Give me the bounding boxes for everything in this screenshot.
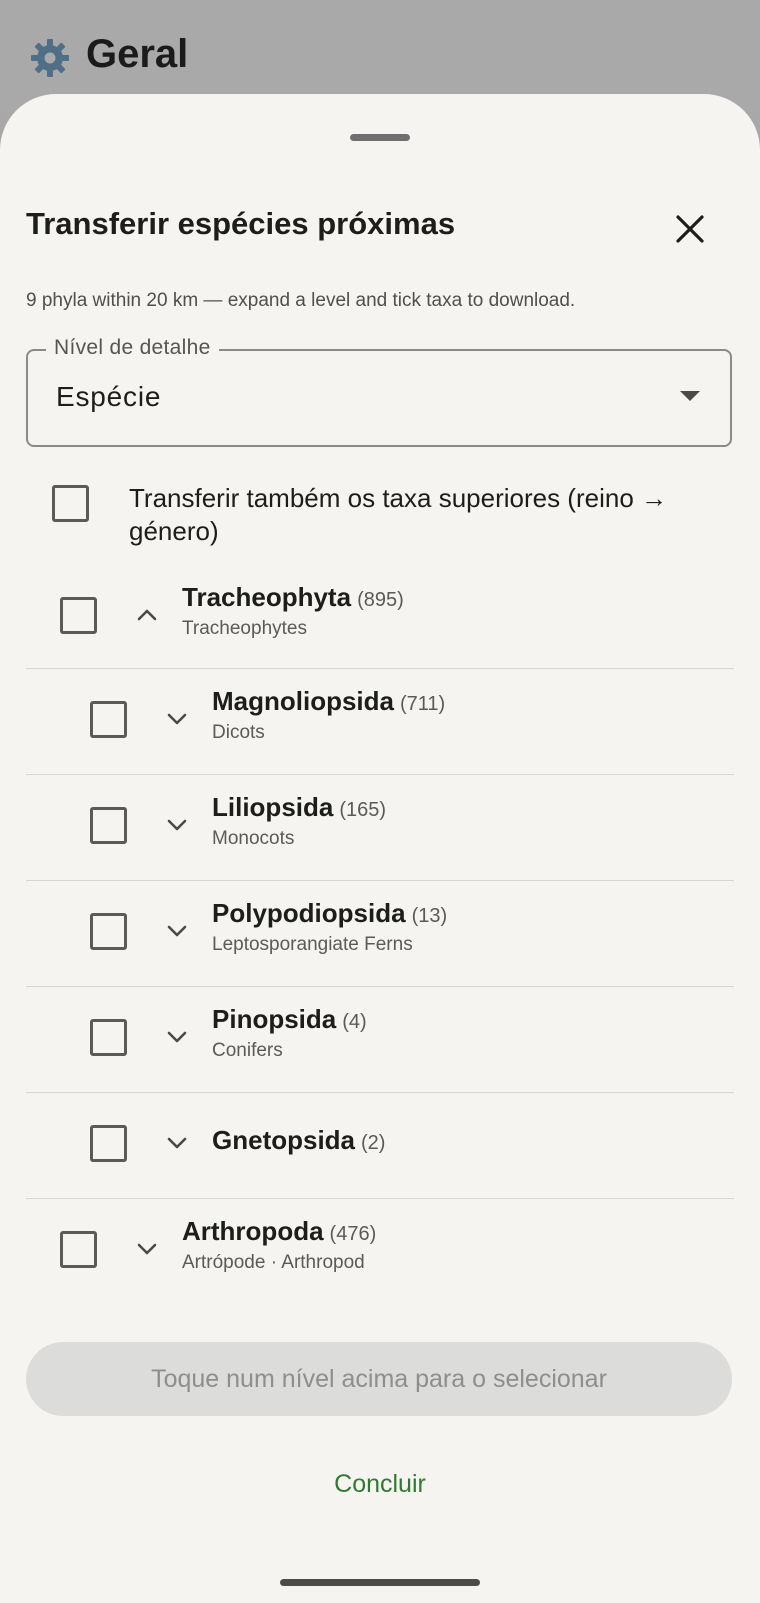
chevron-down-icon[interactable] [164, 706, 190, 732]
taxon-name: Tracheophyta (895) [182, 582, 404, 612]
taxon-row[interactable]: Arthropoda (476) Artrópode · Arthropod [26, 1198, 734, 1304]
close-icon[interactable] [668, 207, 712, 251]
taxon-name: Polypodiopsida (13) [212, 898, 448, 928]
taxon-common-name: Conifers [212, 1040, 283, 1061]
chevron-down-icon[interactable] [134, 1236, 160, 1262]
taxon-checkbox[interactable] [90, 701, 127, 738]
taxon-row[interactable]: Tracheophyta (895) Tracheophytes [26, 562, 734, 669]
app-title: Geral [86, 32, 189, 76]
sheet-title: Transferir espécies próximas [26, 206, 456, 241]
taxon-checkbox[interactable] [90, 913, 127, 950]
taxon-count: (711) [400, 693, 446, 715]
include-higher-checkbox[interactable] [52, 485, 89, 522]
taxon-common-name: Dicots [212, 722, 265, 743]
taxon-name: Liliopsida (165) [212, 792, 387, 822]
taxon-common-name: Monocots [212, 828, 295, 849]
gear-icon [31, 39, 69, 77]
taxon-checkbox[interactable] [90, 807, 127, 844]
taxon-count: (4) [342, 1011, 367, 1033]
home-indicator[interactable] [280, 1579, 480, 1586]
taxon-count: (13) [411, 905, 448, 927]
taxon-name: Magnoliopsida (711) [212, 686, 446, 716]
taxon-row[interactable]: Magnoliopsida (711) Dicots [26, 668, 734, 775]
chevron-down-icon[interactable] [164, 918, 190, 944]
taxon-checkbox[interactable] [60, 597, 97, 634]
detail-level-label: Nível de detalhe [46, 336, 219, 360]
chevron-up-icon[interactable] [134, 602, 160, 628]
taxon-count: (476) [329, 1223, 377, 1245]
taxon-common-name: Artrópode · Arthropod [182, 1252, 365, 1273]
taxon-row[interactable]: Gnetopsida (2) [26, 1092, 734, 1199]
taxon-name: Arthropoda (476) [182, 1216, 377, 1246]
taxon-count: (165) [339, 799, 387, 821]
sheet-subtitle: 9 phyla within 20 km — expand a level an… [26, 290, 576, 311]
chevron-down-icon[interactable] [164, 812, 190, 838]
taxon-count: (2) [361, 1132, 386, 1154]
download-selected-button[interactable]: Toque num nível acima para o selecionar [26, 1342, 732, 1416]
taxon-checkbox[interactable] [90, 1019, 127, 1056]
taxon-row[interactable]: Pinopsida (4) Conifers [26, 986, 734, 1093]
chevron-down-icon[interactable] [164, 1130, 190, 1156]
taxon-common-name: Tracheophytes [182, 618, 307, 639]
done-button[interactable]: Concluir [0, 1470, 760, 1499]
chevron-down-icon[interactable] [164, 1024, 190, 1050]
taxon-checkbox[interactable] [60, 1231, 97, 1268]
detail-level-value: Espécie [56, 381, 162, 412]
taxon-row[interactable]: Liliopsida (165) Monocots [26, 774, 734, 881]
detail-level-select[interactable]: Nível de detalhe Espécie [26, 336, 732, 447]
taxon-count: (895) [357, 589, 404, 611]
taxon-checkbox[interactable] [90, 1125, 127, 1162]
taxon-common-name: Leptosporangiate Ferns [212, 934, 413, 955]
taxon-name: Gnetopsida (2) [212, 1125, 386, 1155]
bottom-sheet: Transferir espécies próximas 9 phyla wit… [0, 94, 760, 1603]
drag-handle[interactable] [350, 134, 410, 141]
taxon-row[interactable]: Polypodiopsida (13) Leptosporangiate Fern… [26, 880, 734, 987]
taxon-name: Pinopsida (4) [212, 1004, 367, 1034]
dropdown-arrow-icon [680, 391, 700, 401]
include-higher-label: Transferir também os taxa superiores (re… [129, 483, 668, 546]
